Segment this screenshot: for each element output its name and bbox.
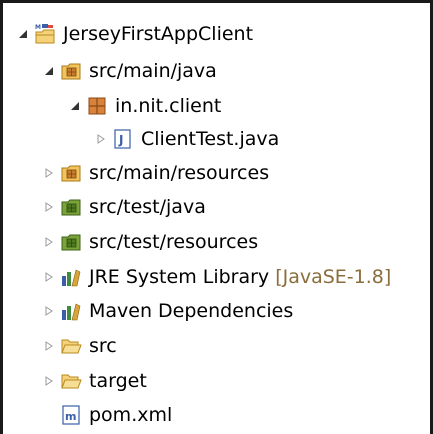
maven-project-icon: M bbox=[34, 23, 56, 45]
collapsed-twisty-icon[interactable] bbox=[43, 329, 55, 362]
tree-item-label: src/test/resources bbox=[89, 230, 259, 253]
folder-icon bbox=[60, 370, 82, 392]
package-explorer-frame: M JerseyFirstAppClient src/main/java in.… bbox=[0, 0, 433, 434]
tree-item-jre-system-library[interactable]: JRE System Library [JavaSE-1.8] bbox=[43, 260, 391, 293]
tree-item-src-folder[interactable]: src bbox=[43, 329, 117, 362]
collapsed-twisty-icon[interactable] bbox=[43, 364, 55, 397]
tree-item-client-test[interactable]: J ClientTest.java bbox=[95, 122, 279, 155]
svg-text:J: J bbox=[118, 133, 123, 147]
tree-item-src-test-java[interactable]: src/test/java bbox=[43, 190, 206, 223]
tree-item-label: src/main/resources bbox=[89, 161, 270, 184]
tree-item-src-test-resources[interactable]: src/test/resources bbox=[43, 225, 258, 258]
library-icon bbox=[60, 266, 82, 288]
expanded-twisty-icon[interactable] bbox=[43, 54, 55, 87]
tree-item-label: pom.xml bbox=[89, 403, 173, 426]
collapsed-twisty-icon[interactable] bbox=[95, 122, 107, 155]
tree-item-project[interactable]: M JerseyFirstAppClient bbox=[17, 17, 253, 50]
tree-item-label: JRE System Library bbox=[89, 265, 270, 288]
test-source-folder-icon bbox=[60, 231, 82, 253]
source-folder-icon bbox=[60, 60, 82, 82]
collapsed-twisty-icon[interactable] bbox=[43, 294, 55, 327]
java-file-icon: J bbox=[112, 128, 134, 150]
folder-icon bbox=[60, 335, 82, 357]
tree-item-label: in.nit.client bbox=[115, 94, 222, 117]
collapsed-twisty-icon[interactable] bbox=[43, 260, 55, 293]
tree-item-label: Maven Dependencies bbox=[89, 299, 294, 322]
tree-item-label: src/main/java bbox=[89, 59, 217, 82]
jre-version-decoration: [JavaSE-1.8] bbox=[275, 265, 392, 288]
tree-item-src-main-resources[interactable]: src/main/resources bbox=[43, 156, 269, 189]
svg-text:M: M bbox=[35, 24, 41, 31]
tree-item-label: src bbox=[89, 334, 117, 357]
tree-item-label: target bbox=[89, 369, 147, 392]
test-source-folder-icon bbox=[60, 196, 82, 218]
tree-item-target-folder[interactable]: target bbox=[43, 364, 147, 397]
collapsed-twisty-icon[interactable] bbox=[43, 156, 55, 189]
tree-item-label: src/test/java bbox=[89, 195, 206, 218]
tree-item-pom-xml[interactable]: m pom.xml bbox=[55, 398, 172, 431]
svg-text:m: m bbox=[65, 410, 76, 423]
source-folder-icon bbox=[60, 162, 82, 184]
tree-item-package[interactable]: in.nit.client bbox=[69, 89, 221, 122]
collapsed-twisty-icon[interactable] bbox=[43, 225, 55, 258]
library-icon bbox=[60, 300, 82, 322]
maven-file-icon: m bbox=[60, 404, 82, 426]
expanded-twisty-icon[interactable] bbox=[17, 17, 29, 50]
package-icon bbox=[86, 95, 108, 117]
tree-item-src-main-java[interactable]: src/main/java bbox=[43, 54, 217, 87]
expanded-twisty-icon[interactable] bbox=[69, 89, 81, 122]
tree-item-maven-dependencies[interactable]: Maven Dependencies bbox=[43, 294, 293, 327]
tree-item-label: JerseyFirstAppClient bbox=[63, 22, 254, 45]
collapsed-twisty-icon[interactable] bbox=[43, 190, 55, 223]
tree-item-label: ClientTest.java bbox=[141, 127, 280, 150]
